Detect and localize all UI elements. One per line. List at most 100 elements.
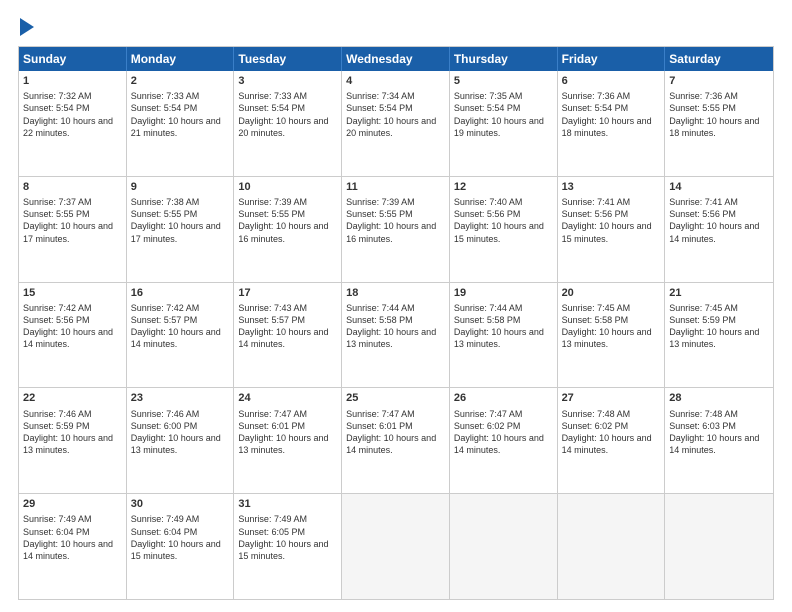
day-info: Sunrise: 7:44 AMSunset: 5:58 PMDaylight:… <box>454 302 553 351</box>
day-number: 14 <box>669 180 769 194</box>
empty-cell <box>558 494 666 599</box>
day-info: Sunrise: 7:37 AMSunset: 5:55 PMDaylight:… <box>23 196 122 245</box>
day-number: 1 <box>23 74 122 88</box>
day-number: 5 <box>454 74 553 88</box>
day-info: Sunrise: 7:42 AMSunset: 5:57 PMDaylight:… <box>131 302 230 351</box>
day-number: 18 <box>346 286 445 300</box>
calendar-header: SundayMondayTuesdayWednesdayThursdayFrid… <box>19 47 773 71</box>
day-info: Sunrise: 7:49 AMSunset: 6:05 PMDaylight:… <box>238 513 337 562</box>
day-number: 4 <box>346 74 445 88</box>
page-header <box>18 18 774 36</box>
day-info: Sunrise: 7:47 AMSunset: 6:02 PMDaylight:… <box>454 408 553 457</box>
day-number: 11 <box>346 180 445 194</box>
day-cell-29: 29 Sunrise: 7:49 AMSunset: 6:04 PMDayligh… <box>19 494 127 599</box>
day-number: 15 <box>23 286 122 300</box>
day-info: Sunrise: 7:49 AMSunset: 6:04 PMDaylight:… <box>131 513 230 562</box>
calendar-week-2: 8 Sunrise: 7:37 AMSunset: 5:55 PMDaylight… <box>19 176 773 282</box>
day-number: 16 <box>131 286 230 300</box>
day-number: 19 <box>454 286 553 300</box>
day-info: Sunrise: 7:32 AMSunset: 5:54 PMDaylight:… <box>23 90 122 139</box>
day-number: 21 <box>669 286 769 300</box>
day-info: Sunrise: 7:48 AMSunset: 6:03 PMDaylight:… <box>669 408 769 457</box>
day-cell-30: 30 Sunrise: 7:49 AMSunset: 6:04 PMDayligh… <box>127 494 235 599</box>
day-info: Sunrise: 7:38 AMSunset: 5:55 PMDaylight:… <box>131 196 230 245</box>
day-info: Sunrise: 7:41 AMSunset: 5:56 PMDaylight:… <box>669 196 769 245</box>
day-info: Sunrise: 7:46 AMSunset: 6:00 PMDaylight:… <box>131 408 230 457</box>
empty-cell <box>342 494 450 599</box>
day-cell-19: 19 Sunrise: 7:44 AMSunset: 5:58 PMDayligh… <box>450 283 558 388</box>
calendar-week-3: 15 Sunrise: 7:42 AMSunset: 5:56 PMDayligh… <box>19 282 773 388</box>
header-day-friday: Friday <box>558 47 666 71</box>
day-number: 13 <box>562 180 661 194</box>
day-cell-28: 28 Sunrise: 7:48 AMSunset: 6:03 PMDayligh… <box>665 388 773 493</box>
empty-cell <box>665 494 773 599</box>
day-cell-5: 5 Sunrise: 7:35 AMSunset: 5:54 PMDaylight… <box>450 71 558 176</box>
day-number: 27 <box>562 391 661 405</box>
day-info: Sunrise: 7:49 AMSunset: 6:04 PMDaylight:… <box>23 513 122 562</box>
day-cell-3: 3 Sunrise: 7:33 AMSunset: 5:54 PMDaylight… <box>234 71 342 176</box>
day-number: 23 <box>131 391 230 405</box>
day-number: 29 <box>23 497 122 511</box>
day-info: Sunrise: 7:33 AMSunset: 5:54 PMDaylight:… <box>131 90 230 139</box>
day-info: Sunrise: 7:46 AMSunset: 5:59 PMDaylight:… <box>23 408 122 457</box>
header-day-saturday: Saturday <box>665 47 773 71</box>
day-info: Sunrise: 7:47 AMSunset: 6:01 PMDaylight:… <box>346 408 445 457</box>
day-info: Sunrise: 7:39 AMSunset: 5:55 PMDaylight:… <box>238 196 337 245</box>
day-number: 8 <box>23 180 122 194</box>
day-cell-12: 12 Sunrise: 7:40 AMSunset: 5:56 PMDayligh… <box>450 177 558 282</box>
day-number: 26 <box>454 391 553 405</box>
day-number: 30 <box>131 497 230 511</box>
day-info: Sunrise: 7:47 AMSunset: 6:01 PMDaylight:… <box>238 408 337 457</box>
logo <box>18 18 34 36</box>
day-cell-22: 22 Sunrise: 7:46 AMSunset: 5:59 PMDayligh… <box>19 388 127 493</box>
day-number: 20 <box>562 286 661 300</box>
header-day-monday: Monday <box>127 47 235 71</box>
calendar-week-5: 29 Sunrise: 7:49 AMSunset: 6:04 PMDayligh… <box>19 493 773 599</box>
day-info: Sunrise: 7:36 AMSunset: 5:54 PMDaylight:… <box>562 90 661 139</box>
day-info: Sunrise: 7:40 AMSunset: 5:56 PMDaylight:… <box>454 196 553 245</box>
day-cell-31: 31 Sunrise: 7:49 AMSunset: 6:05 PMDayligh… <box>234 494 342 599</box>
day-number: 12 <box>454 180 553 194</box>
day-number: 3 <box>238 74 337 88</box>
header-day-wednesday: Wednesday <box>342 47 450 71</box>
day-info: Sunrise: 7:34 AMSunset: 5:54 PMDaylight:… <box>346 90 445 139</box>
header-day-thursday: Thursday <box>450 47 558 71</box>
day-info: Sunrise: 7:42 AMSunset: 5:56 PMDaylight:… <box>23 302 122 351</box>
day-cell-6: 6Sunrise: 7:36 AMSunset: 5:54 PMDaylight… <box>558 71 666 176</box>
day-cell-27: 27Sunrise: 7:48 AMSunset: 6:02 PMDayligh… <box>558 388 666 493</box>
day-cell-2: 2 Sunrise: 7:33 AMSunset: 5:54 PMDaylight… <box>127 71 235 176</box>
day-number: 31 <box>238 497 337 511</box>
day-number: 28 <box>669 391 769 405</box>
day-info: Sunrise: 7:45 AMSunset: 5:59 PMDaylight:… <box>669 302 769 351</box>
day-info: Sunrise: 7:41 AMSunset: 5:56 PMDaylight:… <box>562 196 661 245</box>
day-cell-9: 9 Sunrise: 7:38 AMSunset: 5:55 PMDaylight… <box>127 177 235 282</box>
day-info: Sunrise: 7:39 AMSunset: 5:55 PMDaylight:… <box>346 196 445 245</box>
day-number: 9 <box>131 180 230 194</box>
day-cell-21: 21 Sunrise: 7:45 AMSunset: 5:59 PMDayligh… <box>665 283 773 388</box>
day-cell-8: 8 Sunrise: 7:37 AMSunset: 5:55 PMDaylight… <box>19 177 127 282</box>
logo-arrow-icon <box>20 18 34 36</box>
day-number: 10 <box>238 180 337 194</box>
day-cell-1: 1 Sunrise: 7:32 AMSunset: 5:54 PMDaylight… <box>19 71 127 176</box>
header-day-tuesday: Tuesday <box>234 47 342 71</box>
day-number: 2 <box>131 74 230 88</box>
day-cell-13: 13 Sunrise: 7:41 AMSunset: 5:56 PMDayligh… <box>558 177 666 282</box>
day-cell-24: 24 Sunrise: 7:47 AMSunset: 6:01 PMDayligh… <box>234 388 342 493</box>
day-cell-18: 18Sunrise: 7:44 AMSunset: 5:58 PMDayligh… <box>342 283 450 388</box>
day-cell-14: 14 Sunrise: 7:41 AMSunset: 5:56 PMDayligh… <box>665 177 773 282</box>
day-info: Sunrise: 7:33 AMSunset: 5:54 PMDaylight:… <box>238 90 337 139</box>
day-info: Sunrise: 7:36 AMSunset: 5:55 PMDaylight:… <box>669 90 769 139</box>
day-cell-4: 4 Sunrise: 7:34 AMSunset: 5:54 PMDaylight… <box>342 71 450 176</box>
day-info: Sunrise: 7:43 AMSunset: 5:57 PMDaylight:… <box>238 302 337 351</box>
day-number: 22 <box>23 391 122 405</box>
calendar-week-1: 1 Sunrise: 7:32 AMSunset: 5:54 PMDaylight… <box>19 71 773 176</box>
day-info: Sunrise: 7:35 AMSunset: 5:54 PMDaylight:… <box>454 90 553 139</box>
day-cell-17: 17Sunrise: 7:43 AMSunset: 5:57 PMDayligh… <box>234 283 342 388</box>
day-cell-11: 11 Sunrise: 7:39 AMSunset: 5:55 PMDayligh… <box>342 177 450 282</box>
day-cell-20: 20Sunrise: 7:45 AMSunset: 5:58 PMDayligh… <box>558 283 666 388</box>
day-cell-25: 25Sunrise: 7:47 AMSunset: 6:01 PMDayligh… <box>342 388 450 493</box>
day-cell-7: 7Sunrise: 7:36 AMSunset: 5:55 PMDaylight… <box>665 71 773 176</box>
calendar-week-4: 22 Sunrise: 7:46 AMSunset: 5:59 PMDayligh… <box>19 387 773 493</box>
day-number: 24 <box>238 391 337 405</box>
day-cell-23: 23 Sunrise: 7:46 AMSunset: 6:00 PMDayligh… <box>127 388 235 493</box>
